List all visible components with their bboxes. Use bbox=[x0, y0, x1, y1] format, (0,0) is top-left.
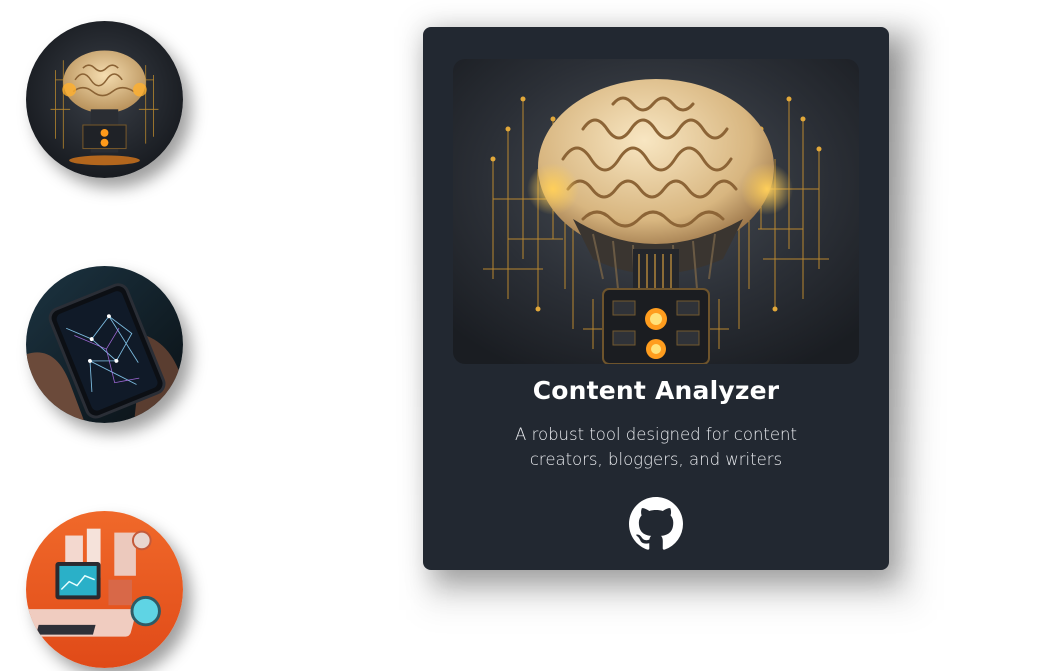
card-title: Content Analyzer bbox=[532, 376, 780, 405]
project-card: Content Analyzer A robust tool designed … bbox=[423, 27, 889, 570]
card-description-line-2: creators, bloggers, and writers bbox=[529, 450, 783, 469]
brain-circuit-image-icon bbox=[453, 59, 859, 364]
phone-network-thumb-icon bbox=[26, 266, 183, 423]
github-link[interactable] bbox=[629, 497, 683, 551]
project-image bbox=[453, 59, 859, 364]
thumbnail-brain-circuit[interactable] bbox=[26, 21, 183, 178]
thumbnail-smartphone-network[interactable] bbox=[26, 266, 183, 423]
github-icon bbox=[629, 497, 683, 550]
thumbnail-retro-computer-machine[interactable] bbox=[26, 511, 183, 668]
brain-circuit-thumb-icon bbox=[26, 21, 183, 178]
card-description: A robust tool designed for content creat… bbox=[493, 422, 819, 472]
card-description-line-1: A robust tool designed for content bbox=[515, 425, 797, 444]
computer-machine-thumb-icon bbox=[26, 511, 183, 668]
